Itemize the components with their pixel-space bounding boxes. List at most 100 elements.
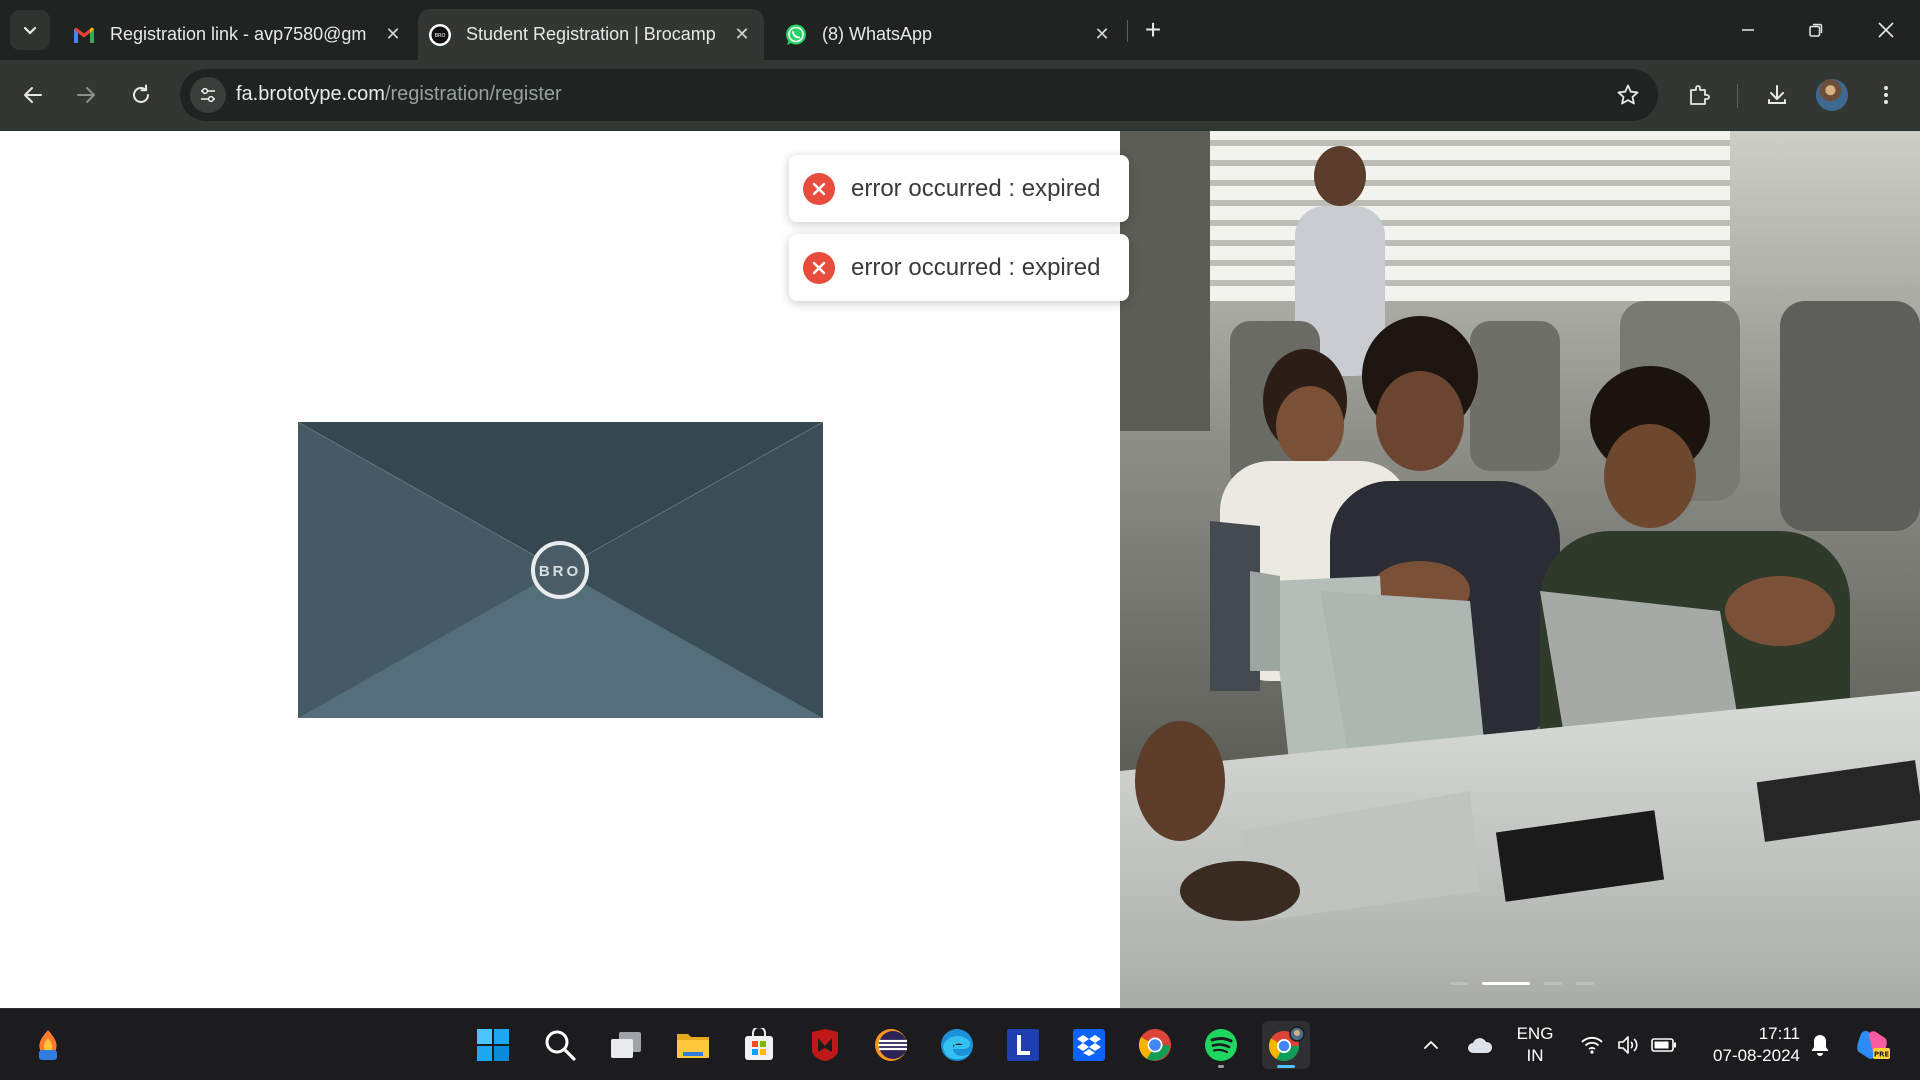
reload-button[interactable] bbox=[123, 77, 159, 113]
extensions-button[interactable] bbox=[1681, 77, 1717, 113]
active-indicator bbox=[1277, 1065, 1295, 1068]
url-path: /registration/register bbox=[384, 83, 562, 105]
copilot-icon: PRE bbox=[1857, 1031, 1890, 1059]
notifications-button[interactable] bbox=[1804, 1009, 1836, 1081]
spotify-icon bbox=[1205, 1029, 1237, 1061]
start-icon bbox=[477, 1029, 509, 1061]
close-icon[interactable]: ✕ bbox=[730, 23, 754, 47]
tab-title: (8) WhatsApp bbox=[822, 24, 933, 44]
envelope-illustration: BRO bbox=[298, 422, 823, 718]
chrome-icon bbox=[1138, 1029, 1171, 1061]
bell-icon bbox=[1811, 1035, 1829, 1056]
forward-button[interactable] bbox=[68, 77, 104, 113]
edge-icon bbox=[941, 1029, 973, 1061]
url-host: fa.brototype.com bbox=[236, 83, 385, 105]
close-icon[interactable]: ✕ bbox=[381, 23, 405, 47]
error-toast[interactable]: error occurred : expired bbox=[789, 234, 1129, 301]
carousel-indicators bbox=[1450, 981, 1594, 985]
svg-text:PRE: PRE bbox=[1874, 1051, 1890, 1059]
reload-icon bbox=[133, 84, 149, 103]
clock-date: 07-08-2024 bbox=[1713, 1046, 1800, 1065]
bookmark-button[interactable] bbox=[1614, 81, 1642, 109]
chrome-button[interactable] bbox=[1131, 1021, 1179, 1069]
downloads-button[interactable] bbox=[1759, 77, 1795, 113]
volume-icon bbox=[1618, 1036, 1638, 1054]
input-language-indicator[interactable]: ENG IN bbox=[1510, 1023, 1560, 1067]
more-vert-icon bbox=[1884, 86, 1888, 104]
tab-search-dropdown[interactable] bbox=[10, 10, 50, 50]
microsoft-store-icon bbox=[745, 1028, 773, 1060]
error-toast[interactable]: error occurred : expired bbox=[789, 155, 1129, 222]
dropbox-button[interactable] bbox=[1065, 1021, 1113, 1069]
whatsapp-icon bbox=[784, 23, 808, 47]
toast-message: error occurred : expired bbox=[851, 174, 1101, 202]
task-view-icon bbox=[611, 1032, 641, 1058]
site-info-button[interactable] bbox=[190, 77, 226, 113]
close-icon[interactable]: ✕ bbox=[1090, 23, 1114, 47]
menu-button[interactable] bbox=[1868, 77, 1904, 113]
browser-tab-bar: Registration link - avp7580@gm ✕ BRO Stu… bbox=[0, 0, 1920, 60]
carousel-dot[interactable] bbox=[1576, 981, 1594, 985]
cloud-icon bbox=[1468, 1038, 1493, 1053]
show-hidden-icons-button[interactable] bbox=[1416, 1009, 1446, 1081]
system-clock[interactable]: 17:11 07-08-2024 bbox=[1690, 1023, 1800, 1067]
tune-icon bbox=[201, 87, 215, 103]
dropbox-icon bbox=[1073, 1029, 1105, 1061]
spotify-button[interactable] bbox=[1197, 1021, 1245, 1069]
chrome-profile-button[interactable] bbox=[1262, 1021, 1310, 1069]
download-icon bbox=[1768, 85, 1786, 104]
profile-avatar[interactable] bbox=[1816, 79, 1848, 111]
envelope-logo-text: BRO bbox=[539, 563, 581, 580]
close-window-button[interactable] bbox=[1852, 0, 1920, 60]
tab-whatsapp[interactable]: (8) WhatsApp ✕ bbox=[784, 9, 1114, 60]
wifi-button[interactable] bbox=[1576, 1009, 1608, 1081]
start-button[interactable] bbox=[469, 1021, 517, 1069]
wifi-icon bbox=[1581, 1036, 1603, 1054]
edge-button[interactable] bbox=[933, 1021, 981, 1069]
file-explorer-icon bbox=[677, 1034, 709, 1058]
widgets-button[interactable] bbox=[24, 1021, 72, 1069]
arrow-right-icon bbox=[77, 87, 95, 103]
hero-image bbox=[1120, 131, 1920, 1008]
browser-toolbar: fa.brototype.com/registration/register bbox=[0, 60, 1920, 131]
carousel-dot-active[interactable] bbox=[1482, 981, 1530, 985]
minimize-icon bbox=[1742, 29, 1754, 31]
windows-taskbar: ENG IN 17:11 07-08-2024 PRE bbox=[0, 1008, 1920, 1080]
address-bar[interactable]: fa.brototype.com/registration/register bbox=[180, 69, 1658, 121]
eclipse-button[interactable] bbox=[867, 1021, 915, 1069]
mcafee-button[interactable] bbox=[801, 1021, 849, 1069]
tab-gmail[interactable]: Registration link - avp7580@gm ✕ bbox=[70, 9, 405, 60]
tab-student-registration[interactable]: BRO Student Registration | Brocamp ✕ bbox=[418, 9, 764, 60]
l-app-button[interactable] bbox=[999, 1021, 1047, 1069]
search-button[interactable] bbox=[536, 1021, 584, 1069]
restore-icon bbox=[1809, 23, 1823, 37]
volume-button[interactable] bbox=[1612, 1009, 1644, 1081]
onedrive-button[interactable] bbox=[1462, 1009, 1498, 1081]
url-text[interactable]: fa.brototype.com/registration/register bbox=[236, 83, 562, 106]
error-icon bbox=[803, 172, 835, 205]
widgets-icon bbox=[39, 1030, 57, 1060]
chevron-down-icon bbox=[23, 26, 37, 35]
copilot-button[interactable]: PRE bbox=[1850, 1009, 1894, 1081]
search-icon bbox=[545, 1030, 576, 1061]
carousel-dot[interactable] bbox=[1544, 981, 1562, 985]
task-view-button[interactable] bbox=[602, 1021, 650, 1069]
carousel-dot[interactable] bbox=[1450, 981, 1468, 985]
restore-button[interactable] bbox=[1782, 0, 1850, 60]
language-code: ENG bbox=[1516, 1024, 1554, 1043]
back-button[interactable] bbox=[15, 77, 51, 113]
brototype-icon: BRO bbox=[428, 23, 452, 47]
toast-message: error occurred : expired bbox=[851, 253, 1101, 281]
microsoft-store-button[interactable] bbox=[735, 1021, 783, 1069]
battery-icon bbox=[1651, 1038, 1676, 1052]
arrow-left-icon bbox=[24, 87, 42, 103]
tab-separator bbox=[1127, 20, 1128, 42]
page-content: BRO error occurred: expired error occur… bbox=[0, 131, 1920, 1008]
star-icon bbox=[1617, 84, 1639, 105]
chevron-up-icon bbox=[1424, 1040, 1438, 1049]
tab-title: Student Registration | Brocamp bbox=[466, 24, 716, 44]
battery-button[interactable] bbox=[1648, 1009, 1680, 1081]
file-explorer-button[interactable] bbox=[669, 1021, 717, 1069]
new-tab-button[interactable]: + bbox=[1137, 14, 1169, 46]
minimize-button[interactable] bbox=[1714, 0, 1782, 60]
